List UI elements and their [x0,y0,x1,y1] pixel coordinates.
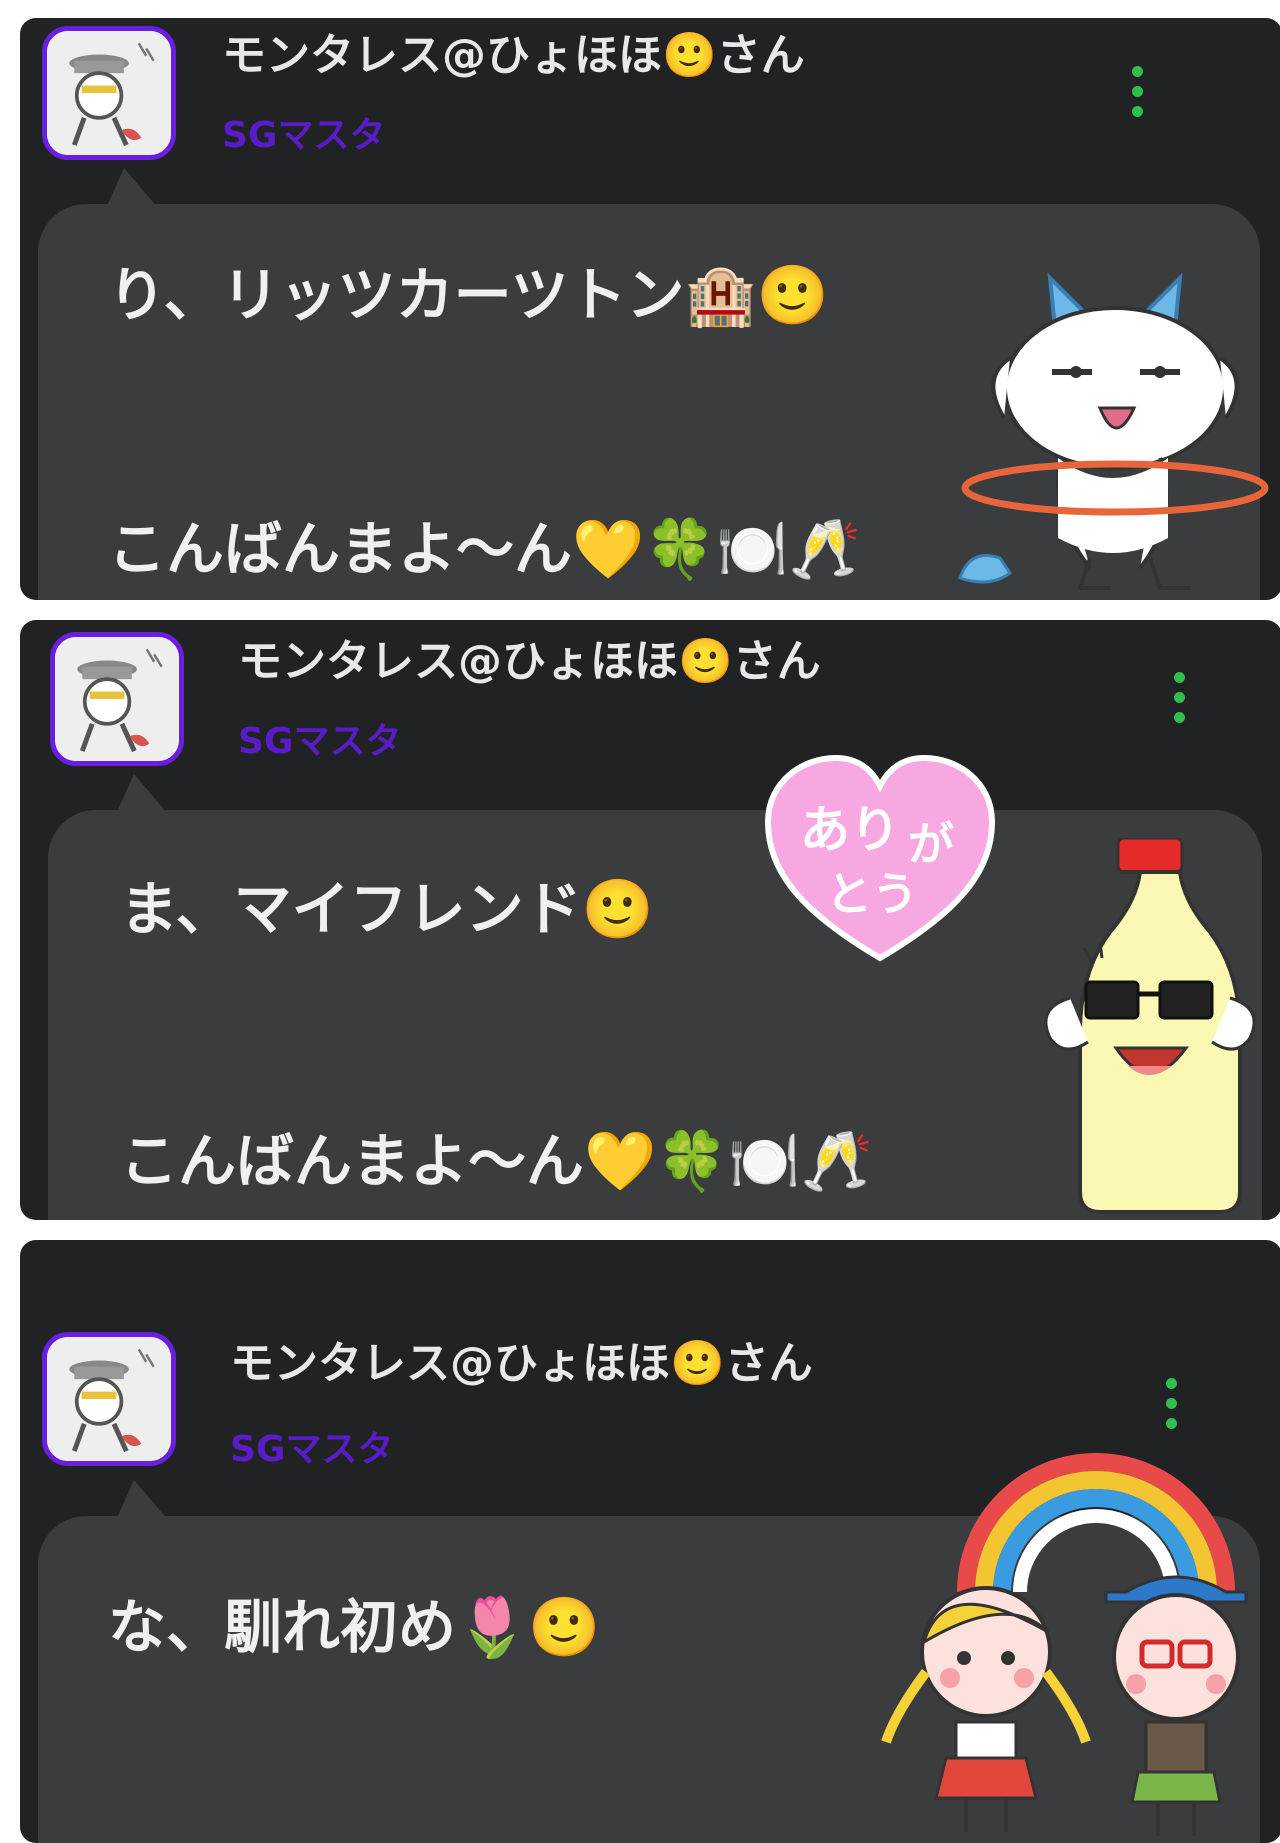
heart-text-1: あり [800,801,900,859]
message-line-2: こんばんまよ〜ん💛🍀🍽️🥂 [108,515,861,583]
message-line-1: り、リッツカーツトン🏨🙂 [108,261,829,329]
username[interactable]: モンタレス@ひょほほ🙂さん [222,34,805,78]
role-badge: SGマスタ [222,115,386,156]
role-badge: SGマスタ [238,721,402,762]
more-options-icon[interactable] [1172,672,1186,723]
avatar-cat-icon [55,637,179,761]
user-avatar[interactable] [50,632,184,766]
role-badge: SGマスタ [230,1429,394,1470]
mayo-bottle-sticker [1044,838,1256,1214]
bubble-tail [116,774,168,814]
username[interactable]: モンタレス@ひょほほ🙂さん [230,1342,813,1386]
user-avatar[interactable] [42,1332,176,1466]
message-line-1: な、馴れ初め🌷🙂 [108,1593,601,1661]
more-options-icon[interactable] [1130,66,1144,117]
avatar-cat-icon [47,31,171,155]
bubble-tail [106,168,158,208]
user-avatar[interactable] [42,26,176,160]
username[interactable]: モンタレス@ひょほほ🙂さん [238,640,821,684]
heart-text-3: とう [826,867,918,921]
bubble-tail [116,1480,168,1520]
heart-thanks-sticker: あり が とう [762,752,998,966]
more-options-icon[interactable] [1164,1378,1178,1429]
message-line-2: こんばんまよ〜ん💛🍀🍽️🥂 [120,1127,873,1195]
rainbow-kids-sticker [881,1453,1248,1836]
cat-hula-hoop-sticker [958,272,1269,590]
message-line-1: ま、マイフレンド🙂 [120,875,654,943]
avatar-cat-icon [47,1337,171,1461]
